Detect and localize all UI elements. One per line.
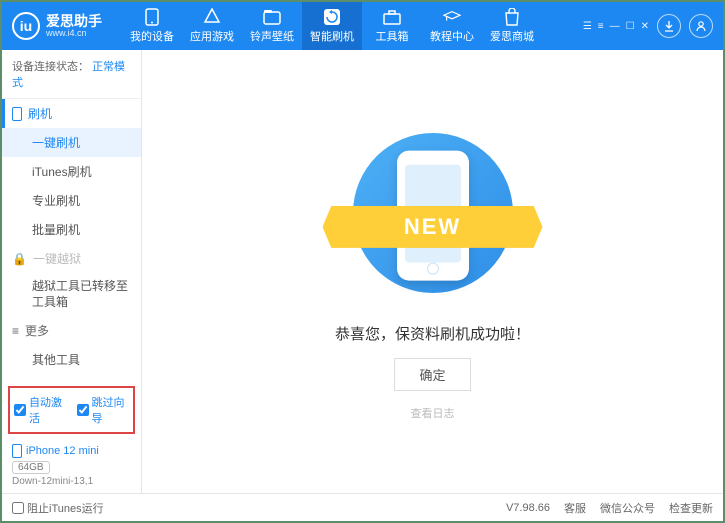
minimize-icon[interactable]: — — [610, 21, 620, 32]
top-bar: iu 爱思助手 www.i4.cn 我的设备 应用游戏 铃声壁纸 智能刷机 工具… — [2, 2, 723, 50]
phone-icon — [12, 107, 22, 121]
nav-label: 工具箱 — [376, 28, 409, 44]
menu-icon[interactable]: ☰ — [583, 21, 592, 32]
support-link[interactable]: 客服 — [564, 500, 586, 516]
version-label: V7.98.66 — [506, 502, 550, 514]
phone-icon — [143, 8, 161, 26]
sidebar: 设备连接状态： 正常模式 刷机 一键刷机 iTunes刷机 专业刷机 批量刷机 … — [2, 50, 142, 493]
bag-icon — [503, 8, 521, 26]
download-button[interactable] — [657, 14, 681, 38]
view-log-link[interactable]: 查看日志 — [411, 405, 455, 421]
checkbox-auto-activate[interactable]: 自动激活 — [14, 394, 67, 426]
device-name: iPhone 12 mini — [12, 444, 131, 458]
main-content: NEW 恭喜您，保资料刷机成功啦！ 确定 查看日志 — [142, 50, 723, 493]
section-flash[interactable]: 刷机 — [2, 99, 141, 128]
sidebar-tree: 刷机 一键刷机 iTunes刷机 专业刷机 批量刷机 🔒 一键越狱 越狱工具已转… — [2, 99, 141, 382]
skip-wizard-input[interactable] — [77, 404, 89, 416]
apps-icon — [203, 8, 221, 26]
account-button[interactable] — [689, 14, 713, 38]
nav-label: 智能刷机 — [310, 28, 354, 44]
storage-badge: 64GB — [12, 461, 50, 474]
toolbox-icon — [383, 8, 401, 26]
wechat-link[interactable]: 微信公众号 — [600, 500, 655, 516]
nav-label: 应用游戏 — [190, 28, 234, 44]
nav-store[interactable]: 爱思商城 — [482, 2, 542, 50]
section-more[interactable]: ≡ 更多 — [2, 316, 141, 345]
item-batch-flash[interactable]: 批量刷机 — [2, 215, 141, 244]
nav-smart-flash[interactable]: 智能刷机 — [302, 2, 362, 50]
success-message: 恭喜您，保资料刷机成功啦！ — [335, 323, 530, 344]
menu-icon: ≡ — [12, 324, 19, 338]
close-icon[interactable]: ✕ — [641, 21, 649, 32]
new-banner: NEW — [323, 206, 543, 248]
hat-icon — [443, 8, 461, 26]
device-download: Down-12mini-13,1 — [12, 476, 131, 487]
auto-activate-input[interactable] — [14, 404, 26, 416]
window-controls: ☰ ≡ — ☐ ✕ — [583, 14, 713, 38]
nav-label: 我的设备 — [130, 28, 174, 44]
item-itunes-flash[interactable]: iTunes刷机 — [2, 157, 141, 186]
main-nav: 我的设备 应用游戏 铃声壁纸 智能刷机 工具箱 教程中心 爱思商城 — [122, 2, 542, 50]
block-itunes-input[interactable] — [12, 502, 24, 514]
item-pro-flash[interactable]: 专业刷机 — [2, 186, 141, 215]
checkbox-block-itunes[interactable]: 阻止iTunes运行 — [12, 500, 104, 516]
body: 设备连接状态： 正常模式 刷机 一键刷机 iTunes刷机 专业刷机 批量刷机 … — [2, 50, 723, 493]
connection-status: 设备连接状态： 正常模式 — [2, 50, 141, 99]
nav-toolbox[interactable]: 工具箱 — [362, 2, 422, 50]
item-download-firmware[interactable]: 下载固件 — [2, 374, 141, 382]
nav-label: 教程中心 — [430, 28, 474, 44]
ok-button[interactable]: 确定 — [394, 358, 470, 391]
nav-my-device[interactable]: 我的设备 — [122, 2, 182, 50]
nav-label: 铃声壁纸 — [250, 28, 294, 44]
phone-icon — [12, 444, 22, 458]
item-other-tools[interactable]: 其他工具 — [2, 345, 141, 374]
update-link[interactable]: 检查更新 — [669, 500, 713, 516]
nav-ringtones[interactable]: 铃声壁纸 — [242, 2, 302, 50]
app-url: www.i4.cn — [46, 28, 102, 38]
app-title: 爱思助手 — [46, 14, 102, 28]
illustration: NEW — [343, 123, 523, 303]
maximize-icon[interactable]: ☐ — [626, 21, 635, 32]
folder-icon — [263, 8, 281, 26]
item-oneclick-flash[interactable]: 一键刷机 — [2, 128, 141, 157]
lock-icon: 🔒 — [12, 252, 27, 266]
refresh-icon — [323, 8, 341, 26]
item-jailbreak-moved[interactable]: 越狱工具已转移至工具箱 — [2, 273, 141, 316]
pin-icon[interactable]: ≡ — [598, 21, 604, 32]
app-logo: iu 爱思助手 www.i4.cn — [12, 12, 102, 40]
nav-label: 爱思商城 — [490, 28, 534, 44]
device-info[interactable]: iPhone 12 mini 64GB Down-12mini-13,1 — [2, 438, 141, 493]
nav-apps-games[interactable]: 应用游戏 — [182, 2, 242, 50]
options-highlight: 自动激活 跳过向导 — [8, 386, 135, 434]
app-window: iu 爱思助手 www.i4.cn 我的设备 应用游戏 铃声壁纸 智能刷机 工具… — [0, 0, 725, 523]
nav-tutorials[interactable]: 教程中心 — [422, 2, 482, 50]
status-bar: 阻止iTunes运行 V7.98.66 客服 微信公众号 检查更新 — [2, 493, 723, 521]
checkbox-skip-wizard[interactable]: 跳过向导 — [77, 394, 130, 426]
logo-icon: iu — [12, 12, 40, 40]
section-jailbreak[interactable]: 🔒 一键越狱 — [2, 244, 141, 273]
